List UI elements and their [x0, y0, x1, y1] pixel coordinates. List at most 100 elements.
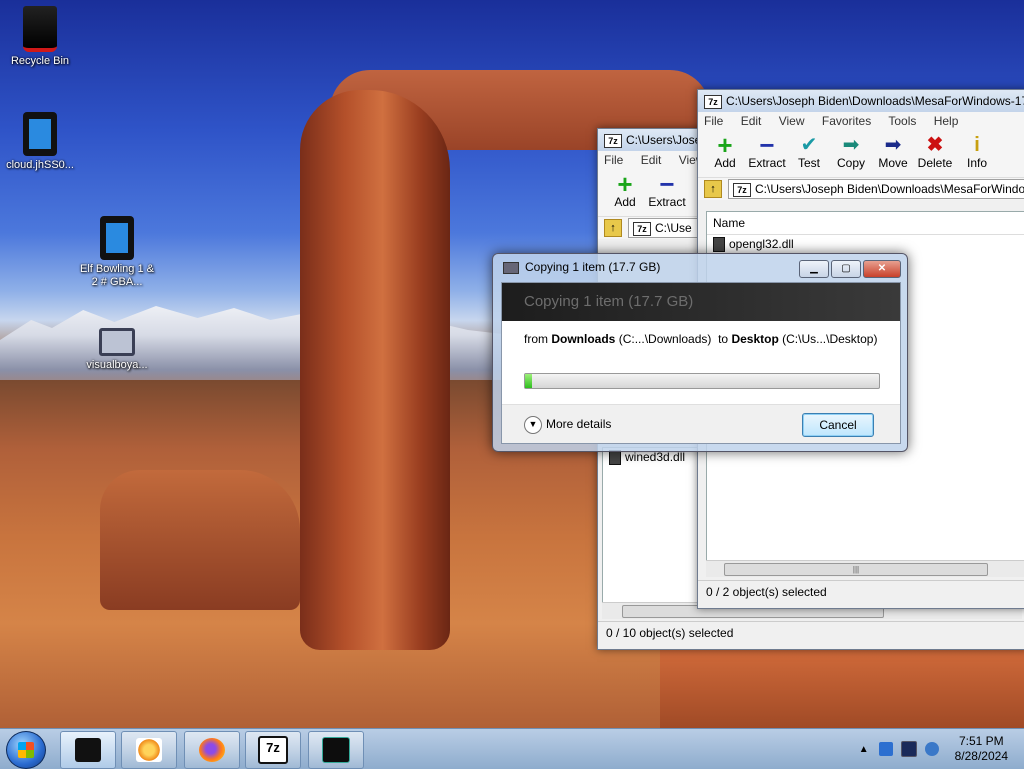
plus-icon: + — [717, 130, 733, 160]
list-item[interactable]: opengl32.dll — [707, 235, 1024, 253]
status-text: 0 / 2 object(s) selected — [706, 585, 827, 599]
copy-from-to: from Downloads (C:...\Downloads) to Desk… — [502, 321, 900, 346]
from-label: from — [524, 332, 548, 346]
show-hidden-icons-icon[interactable]: ▲ — [859, 744, 869, 755]
taskbar-item-app[interactable] — [60, 731, 116, 769]
window-title: C:\Users\Joseph Biden\Downloads\MesaForW… — [726, 94, 1024, 108]
menu-tools[interactable]: Tools — [888, 114, 916, 128]
laptop-icon — [99, 328, 135, 356]
tablet-file-icon — [100, 216, 134, 260]
file-name: wined3d.dll — [625, 450, 686, 464]
to-folder-link[interactable]: Desktop — [731, 332, 778, 346]
checkmark-icon: ✔ — [800, 134, 818, 156]
add-button[interactable]: + Add — [604, 170, 646, 216]
caption-buttons: ▁ ▢ ✕ — [799, 260, 901, 278]
7zip-logo-icon: 7z — [733, 182, 751, 197]
menu-view[interactable]: View — [779, 114, 805, 128]
column-header-name[interactable]: Name — [707, 212, 1024, 235]
info-icon: i — [974, 134, 980, 156]
dialog-header: Copying 1 item (17.7 GB) — [502, 283, 900, 321]
cancel-button[interactable]: Cancel — [802, 413, 874, 437]
extract-button[interactable]: − Extract — [746, 131, 788, 177]
window-title: C:\Users\Josep — [626, 133, 709, 147]
wallpaper-rock-right — [660, 650, 1024, 728]
window-titlebar[interactable]: 7z C:\Users\Joseph Biden\Downloads\MesaFo… — [698, 90, 1024, 112]
test-button[interactable]: ✔ Test — [788, 131, 830, 177]
horizontal-scrollbar[interactable]: ||| — [706, 560, 1024, 577]
action-center-icon[interactable] — [878, 742, 893, 756]
dialog-footer: ▼ More details Cancel — [502, 404, 900, 443]
plus-icon: + — [617, 169, 633, 199]
delete-x-icon: ✖ — [926, 134, 944, 156]
desktop-icon-visualboy[interactable]: visualboya... — [77, 328, 157, 372]
toolbar: + Add − Extract ✔ Test ➡ Copy ➡ Move ✖ D… — [698, 131, 1024, 177]
path-input[interactable]: 7z C:\Users\Joseph Biden\Downloads\MesaFo… — [728, 179, 1024, 199]
black-app-icon — [75, 738, 101, 762]
menu-file[interactable]: File — [604, 153, 623, 167]
move-arrow-icon: ➡ — [884, 134, 902, 156]
maximize-button[interactable]: ▢ — [831, 260, 861, 278]
extract-button[interactable]: − Extract — [646, 170, 688, 216]
taskbar-item-media-player[interactable] — [121, 731, 177, 769]
media-player-icon — [136, 738, 162, 762]
dialog-body: Copying 1 item (17.7 GB) from Downloads … — [501, 282, 901, 444]
from-folder-link[interactable]: Downloads — [551, 332, 615, 346]
minimize-button[interactable]: ▁ — [799, 260, 829, 278]
desktop-icon-elf-bowling[interactable]: Elf Bowling 1 & 2 # GBA... — [77, 216, 157, 289]
copy-progress-dialog[interactable]: Copying 1 item (17.7 GB) ▁ ▢ ✕ Copying 1… — [492, 253, 908, 452]
menu-edit[interactable]: Edit — [741, 114, 762, 128]
desktop-icon-label: cloud.jhSS0... — [6, 159, 74, 171]
7zip-logo-icon: 7z — [704, 94, 722, 109]
desktop-icon-recycle-bin[interactable]: Recycle Bin — [0, 6, 80, 68]
folder-up-icon[interactable]: ↑ — [704, 180, 722, 198]
delete-label: Delete — [917, 156, 953, 170]
dll-file-icon — [609, 450, 621, 466]
file-list[interactable]: wined3d.dll — [602, 447, 700, 607]
7zip-icon: 7z — [258, 736, 288, 764]
copy-arrow-icon: ➡ — [842, 134, 860, 156]
7zip-logo-icon: 7z — [604, 133, 622, 148]
info-button[interactable]: i Info — [956, 131, 998, 177]
move-button[interactable]: ➡ Move — [872, 131, 914, 177]
more-details-toggle[interactable]: ▼ More details — [524, 416, 611, 434]
progress-fill — [525, 374, 533, 388]
taskbar-item-terminal[interactable] — [308, 731, 364, 769]
dll-file-icon — [713, 237, 725, 253]
menubar: File Edit View Favorites Tools Help — [698, 112, 1024, 131]
menu-file[interactable]: File — [704, 114, 723, 128]
chevron-down-icon: ▼ — [524, 416, 542, 434]
clock-date: 8/28/2024 — [954, 749, 1008, 763]
system-tray: ▲ 7:51 PM 8/28/2024 — [859, 729, 1024, 769]
copy-progress-bar — [524, 373, 880, 389]
minus-icon: − — [659, 169, 675, 199]
tablet-file-icon — [23, 112, 57, 156]
wallpaper-rock — [100, 470, 300, 610]
volume-icon[interactable] — [924, 742, 939, 756]
folder-up-icon[interactable]: ↑ — [604, 219, 622, 237]
clock[interactable]: 7:51 PM 8/28/2024 — [955, 734, 1008, 764]
path-text: C:\Users\Joseph Biden\Downloads\MesaForW… — [755, 182, 1024, 196]
copy-button[interactable]: ➡ Copy — [830, 131, 872, 177]
recycle-bin-icon — [23, 6, 57, 52]
delete-button[interactable]: ✖ Delete — [914, 131, 956, 177]
menu-help[interactable]: Help — [934, 114, 959, 128]
menu-favorites[interactable]: Favorites — [822, 114, 871, 128]
add-button[interactable]: + Add — [704, 131, 746, 177]
to-label: to — [718, 332, 729, 346]
dialog-titlebar[interactable]: Copying 1 item (17.7 GB) — [503, 260, 660, 274]
scrollbar-thumb[interactable]: ||| — [724, 563, 988, 576]
close-button[interactable]: ✕ — [863, 260, 901, 278]
taskbar-item-firefox[interactable] — [184, 731, 240, 769]
desktop-icon-label: Elf Bowling 1 & 2 # GBA... — [80, 263, 154, 288]
path-text: C:\Use — [655, 221, 692, 235]
status-text: 0 / 10 object(s) selected — [606, 626, 734, 640]
taskbar-item-7zip[interactable]: 7z — [245, 731, 301, 769]
minus-icon: − — [759, 130, 775, 160]
menu-edit[interactable]: Edit — [641, 153, 662, 167]
from-path: (C:...\Downloads) — [618, 332, 712, 346]
desktop-icon-cloud[interactable]: cloud.jhSS0... — [0, 112, 80, 172]
network-icon[interactable] — [900, 741, 917, 757]
file-name: opengl32.dll — [729, 237, 794, 251]
start-button[interactable] — [6, 731, 46, 769]
move-label: Move — [878, 156, 908, 170]
